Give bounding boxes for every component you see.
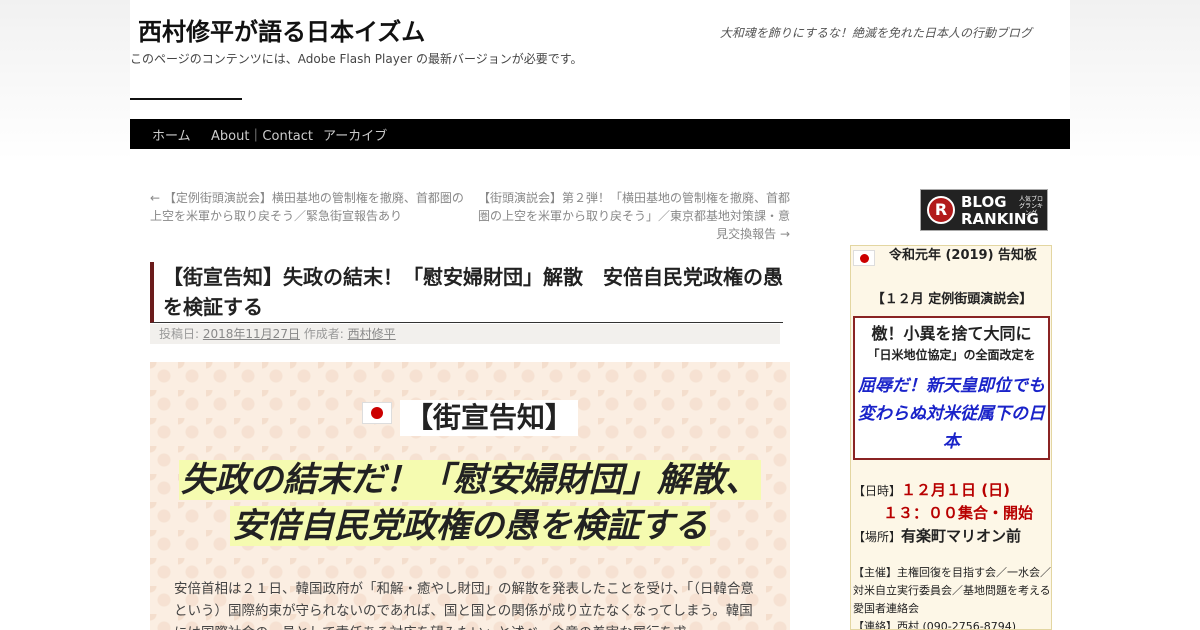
widget-title: 令和元年 (2019) 告知板 [888, 248, 1038, 263]
post-meta: 投稿日: 2018年11月27日 作成者: 西村修平 [150, 324, 780, 344]
flash-player-note: このページのコンテンツには、Adobe Flash Player の最新バージョ… [130, 52, 583, 66]
event-theme-slogan: 屈辱だ！新天皇即位でも変わらぬ対米従属下の日本 [858, 376, 1045, 452]
widget-subtitle: 【１２月 定例街頭演説会】 [871, 292, 1033, 307]
event-theme-subheading: 「日米地位協定」の全面改定を [867, 348, 1036, 362]
event-place-label: 【場所】 [853, 530, 902, 544]
event-theme-heading: 檄！小異を捨て大同に [871, 324, 1032, 343]
meta-posted-label: 投稿日: [159, 327, 200, 341]
event-date-label: 【日時】 [853, 484, 902, 498]
post-content: 【街宣告知】 失政の結末だ！「慰安婦財団」解散、 安倍自民党政権の愚を検証する … [150, 362, 790, 630]
site-title[interactable]: 西村修平が語る日本イズム [138, 12, 425, 47]
blog-ranking-badge-icon: R [927, 196, 955, 224]
blog-ranking-small: 人気ブログランキング [1018, 196, 1043, 217]
event-organizer-contact: 【主催】主権回復を目指す会／一水会／対米自立実行委員会／基地問題を考える愛国者連… [853, 564, 1051, 630]
nav-item-archive[interactable]: アーカイブ [323, 125, 387, 144]
meta-author-label: 作成者: [303, 327, 344, 341]
notice-heading: 【街宣告知】 [400, 400, 578, 436]
post-author-link[interactable]: 西村修平 [348, 327, 396, 341]
post-date-link[interactable]: 2018年11月27日 [203, 327, 300, 341]
event-organizer: 【主催】主権回復を目指す会／一水会／対米自立実行委員会／基地問題を考える愛国者連… [853, 566, 1051, 615]
event-time-value: １３：００集合・開始 [883, 504, 1034, 522]
next-post-link[interactable]: 【街頭演説会】第２弾！「横田基地の管制権を撤廃、首都圏の上空を米軍から取り戻そう… [474, 189, 790, 243]
header-divider [130, 98, 242, 100]
site-description: 大和魂を飾りにするな！絶滅を免れた日本人の行動ブログ [719, 26, 1032, 40]
japan-flag-icon [362, 402, 392, 424]
blog-ranking-main: BLOG [961, 193, 1007, 211]
post-title: 【街宣告知】失政の結末！「慰安婦財団」解散 安倍自民党政権の愚を検証する [150, 262, 783, 323]
main-nav: ホーム About｜Contact アーカイブ [130, 119, 1070, 149]
previous-post-link[interactable]: ← 【定例街頭演説会】横田基地の管制権を撤廃、首都圏の上空を米軍から取り戻そう／… [150, 189, 472, 225]
nav-item-about-contact[interactable]: About｜Contact [211, 125, 313, 144]
notice-board-widget: 令和元年 (2019) 告知板 【１２月 定例街頭演説会】 檄！小異を捨て大同に… [850, 245, 1052, 630]
event-place-value: 有楽町マリオン前 [901, 527, 1022, 545]
event-date-value: １２月１日 (日) [901, 481, 1010, 499]
japan-flag-icon [853, 250, 875, 266]
nav-item-home[interactable]: ホーム [152, 125, 191, 144]
event-theme-box: 檄！小異を捨て大同に 「日米地位協定」の全面改定を 屈辱だ！新天皇即位でも変わら… [853, 316, 1050, 460]
headline-line-1: 失政の結末だ！「慰安婦財団」解散、 [179, 460, 761, 500]
event-contact: 【連絡】西村 (090-2756-8794) [853, 620, 1017, 630]
page-wrapper: 西村修平が語る日本イズム 大和魂を飾りにするな！絶滅を免れた日本人の行動ブログ … [130, 0, 1070, 630]
post-headline: 失政の結末だ！「慰安婦財団」解散、 安倍自民党政権の愚を検証する [150, 457, 790, 549]
post-body-text: 安倍首相は２１日、韓国政府が「和解・癒やし財団」の解散を発表したことを受け、「（… [174, 581, 754, 630]
blog-ranking-banner[interactable]: R BLOG RANKING 人気ブログランキング [920, 189, 1048, 231]
headline-line-2: 安倍自民党政権の愚を検証する [230, 506, 710, 546]
